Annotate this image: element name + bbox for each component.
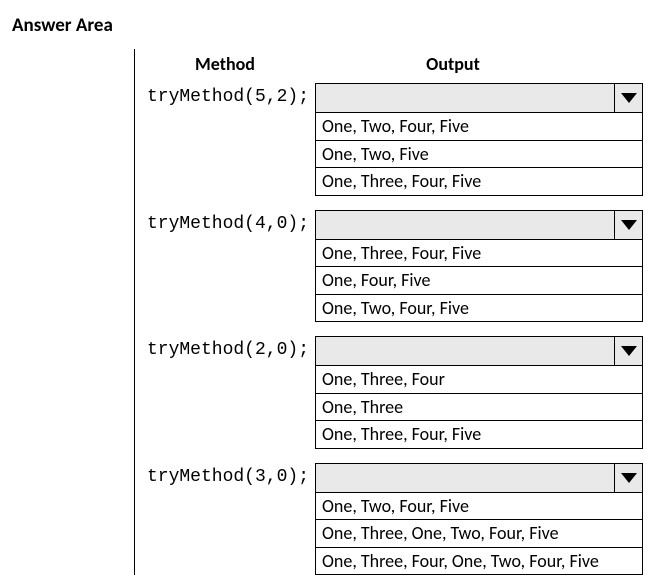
dropdown-option[interactable]: One, Three, Four, Five (316, 240, 642, 267)
dropdown-selected (316, 337, 614, 365)
dropdown-options: One, Two, Four, Five One, Three, One, Tw… (315, 493, 643, 575)
method-call: tryMethod(2,0); (135, 336, 315, 360)
chevron-down-icon[interactable] (614, 464, 642, 492)
method-call: tryMethod(3,0); (135, 463, 315, 487)
dropdown-option[interactable]: One, Three (316, 393, 642, 421)
question-row: tryMethod(3,0); One, Two, Four, Five One… (135, 463, 671, 575)
chevron-down-icon[interactable] (614, 84, 642, 112)
dropdown-selected (316, 84, 614, 112)
dropdown-options: One, Two, Four, Five One, Two, Five One,… (315, 113, 643, 196)
dropdown-selected (316, 464, 614, 492)
header-method: Method (135, 53, 315, 75)
question-row: tryMethod(4,0); One, Three, Four, Five O… (135, 210, 671, 337)
answer-area: Answer Area Method Output tryMethod(5,2)… (0, 0, 671, 575)
dropdown-option[interactable]: One, Two, Four, Five (316, 113, 642, 140)
question-row: tryMethod(2,0); One, Three, Four One, Th… (135, 336, 671, 463)
output-dropdown[interactable] (315, 463, 643, 493)
chevron-down-icon[interactable] (614, 337, 642, 365)
column-headers: Method Output (135, 49, 671, 83)
dropdown-options: One, Three, Four, Five One, Four, Five O… (315, 240, 643, 323)
dropdown-option[interactable]: One, Four, Five (316, 266, 642, 294)
dropdown-option[interactable]: One, Three, One, Two, Four, Five (316, 519, 642, 547)
method-call: tryMethod(5,2); (135, 83, 315, 107)
method-call: tryMethod(4,0); (135, 210, 315, 234)
question-row: tryMethod(5,2); One, Two, Four, Five One… (135, 83, 671, 210)
dropdown-option[interactable]: One, Two, Four, Five (316, 294, 642, 322)
dropdown-option[interactable]: One, Three, Four, Five (316, 167, 642, 195)
dropdown-option[interactable]: One, Three, Four, Five (316, 420, 642, 448)
output-dropdown[interactable] (315, 336, 643, 366)
dropdown-option[interactable]: One, Two, Five (316, 140, 642, 168)
output-dropdown[interactable] (315, 210, 643, 240)
dropdown-option[interactable]: One, Three, Four, One, Two, Four, Five (316, 547, 642, 575)
section-title: Answer Area (8, 8, 671, 49)
chevron-down-icon[interactable] (614, 211, 642, 239)
dropdown-option[interactable]: One, Two, Four, Five (316, 493, 642, 520)
output-dropdown[interactable] (315, 83, 643, 113)
dropdown-option[interactable]: One, Three, Four (316, 366, 642, 393)
dropdown-selected (316, 211, 614, 239)
header-output: Output (315, 53, 671, 75)
dropdown-options: One, Three, Four One, Three One, Three, … (315, 366, 643, 449)
